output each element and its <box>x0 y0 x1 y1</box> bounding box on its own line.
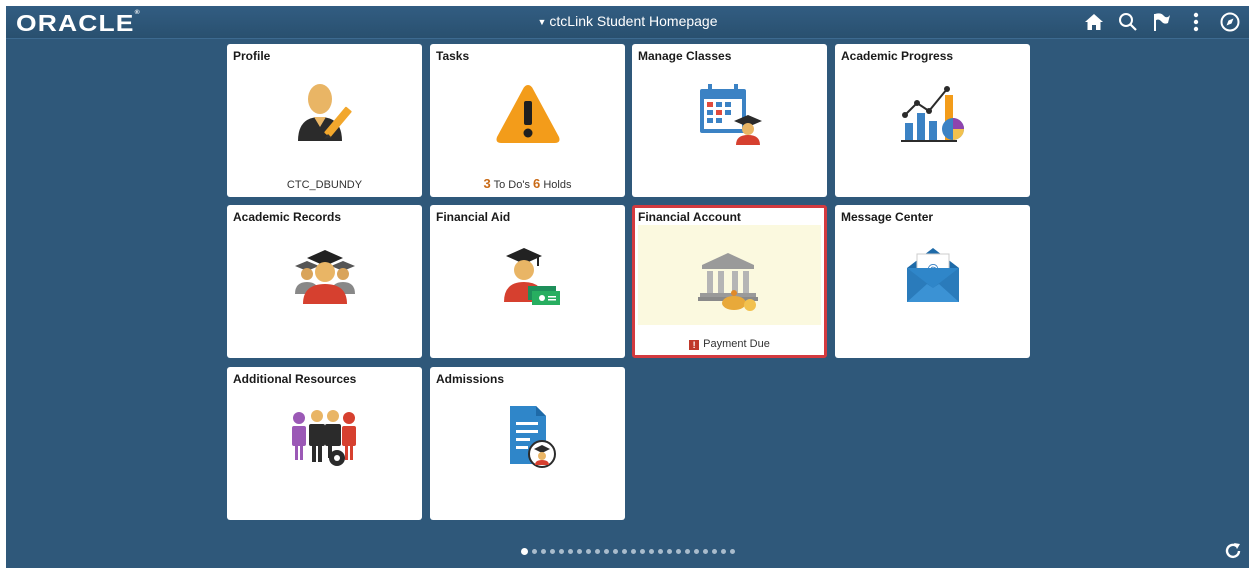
search-icon[interactable] <box>1117 11 1139 33</box>
tile-title: Profile <box>233 49 271 63</box>
alert-icon: ! <box>689 340 700 350</box>
tile-academic-records[interactable]: Academic Records <box>227 205 422 358</box>
tile-title: Message Center <box>841 210 934 224</box>
page-dot[interactable] <box>657 549 663 555</box>
page-dot[interactable] <box>612 549 618 555</box>
envelope-icon: @ <box>835 239 1030 311</box>
document-student-icon <box>430 401 625 473</box>
home-icon[interactable] <box>1083 11 1105 33</box>
todos-count: 3 <box>483 176 491 191</box>
tile-message-center[interactable]: Message Center @ <box>835 205 1030 358</box>
page-dot[interactable] <box>621 549 627 555</box>
page-dot[interactable] <box>630 549 636 555</box>
homepage-title-text: ctcLink Student Homepage <box>549 13 718 29</box>
tile-admissions[interactable]: Admissions <box>430 367 625 520</box>
page-dot[interactable] <box>585 549 591 555</box>
profile-username: CTC_DBUNDY <box>286 179 363 191</box>
page-dot[interactable] <box>675 549 681 555</box>
tile-title: Tasks <box>436 49 470 63</box>
tile-title: Academic Records <box>233 210 342 224</box>
page-dot[interactable] <box>648 549 654 555</box>
tasks-summary: 3 To Do's 6 Holds <box>430 176 625 191</box>
page-dot[interactable] <box>594 549 600 555</box>
page-dot[interactable] <box>729 549 735 555</box>
caret-down-icon: ▼ <box>537 17 547 27</box>
payment-due-text: Payment Due <box>703 338 770 350</box>
refresh-icon[interactable] <box>1223 541 1243 561</box>
graduate-money-icon <box>430 239 625 311</box>
tile-manage-classes[interactable]: Manage Classes <box>632 44 827 197</box>
tile-title: Financial Aid <box>436 210 511 224</box>
page-dot[interactable] <box>666 549 672 555</box>
calendar-student-icon <box>632 78 827 150</box>
page-dot[interactable] <box>702 549 708 555</box>
page-dot[interactable] <box>558 549 564 555</box>
page-indicator <box>6 548 1249 556</box>
page-dot[interactable] <box>711 549 717 555</box>
todos-label: To Do's <box>493 179 530 191</box>
tile-additional-resources[interactable]: Additional Resources <box>227 367 422 520</box>
tile-title: Academic Progress <box>841 49 954 63</box>
page-dot[interactable] <box>693 549 699 555</box>
profile-icon <box>227 78 422 150</box>
tile-title: Additional Resources <box>233 372 357 386</box>
homepage-app: ORACLE® ▼ ctcLink Student Homepage Profil… <box>6 6 1249 568</box>
charts-icon <box>835 78 1030 150</box>
page-dot[interactable] <box>549 549 555 555</box>
bank-icon <box>635 244 824 316</box>
holds-label: Holds <box>543 179 572 191</box>
tile-tasks[interactable]: Tasks 3 To Do's 6 Holds <box>430 44 625 197</box>
flag-icon[interactable] <box>1151 11 1173 33</box>
page-dot[interactable] <box>639 549 645 555</box>
homepage-title[interactable]: ▼ ctcLink Student Homepage <box>6 13 1249 29</box>
page-dot[interactable] <box>531 549 537 555</box>
payment-due: ! Payment Due <box>635 338 824 350</box>
page-dot[interactable] <box>720 549 726 555</box>
tile-financial-aid[interactable]: Financial Aid <box>430 205 625 358</box>
tile-title: Manage Classes <box>638 49 732 63</box>
students-icon <box>227 239 422 311</box>
header-actions <box>1071 10 1241 34</box>
page-dot[interactable] <box>603 549 609 555</box>
tile-profile[interactable]: Profile CTC_DBUNDY <box>227 44 422 197</box>
warning-icon <box>430 78 625 150</box>
holds-count: 6 <box>533 176 541 191</box>
page-dot[interactable] <box>520 548 528 556</box>
page-dot[interactable] <box>684 549 690 555</box>
people-gear-icon <box>227 401 422 473</box>
compass-icon[interactable] <box>1219 11 1241 33</box>
tile-financial-account[interactable]: Financial Account ! Payment Due <box>632 205 827 358</box>
top-banner: ORACLE® ▼ ctcLink Student Homepage <box>6 6 1249 39</box>
page-dot[interactable] <box>567 549 573 555</box>
tile-academic-progress[interactable]: Academic Progress <box>835 44 1030 197</box>
tile-title: Financial Account <box>638 210 741 224</box>
page-dot[interactable] <box>540 549 546 555</box>
more-icon[interactable] <box>1185 11 1207 33</box>
page-dot[interactable] <box>576 549 582 555</box>
tile-title: Admissions <box>436 372 505 386</box>
